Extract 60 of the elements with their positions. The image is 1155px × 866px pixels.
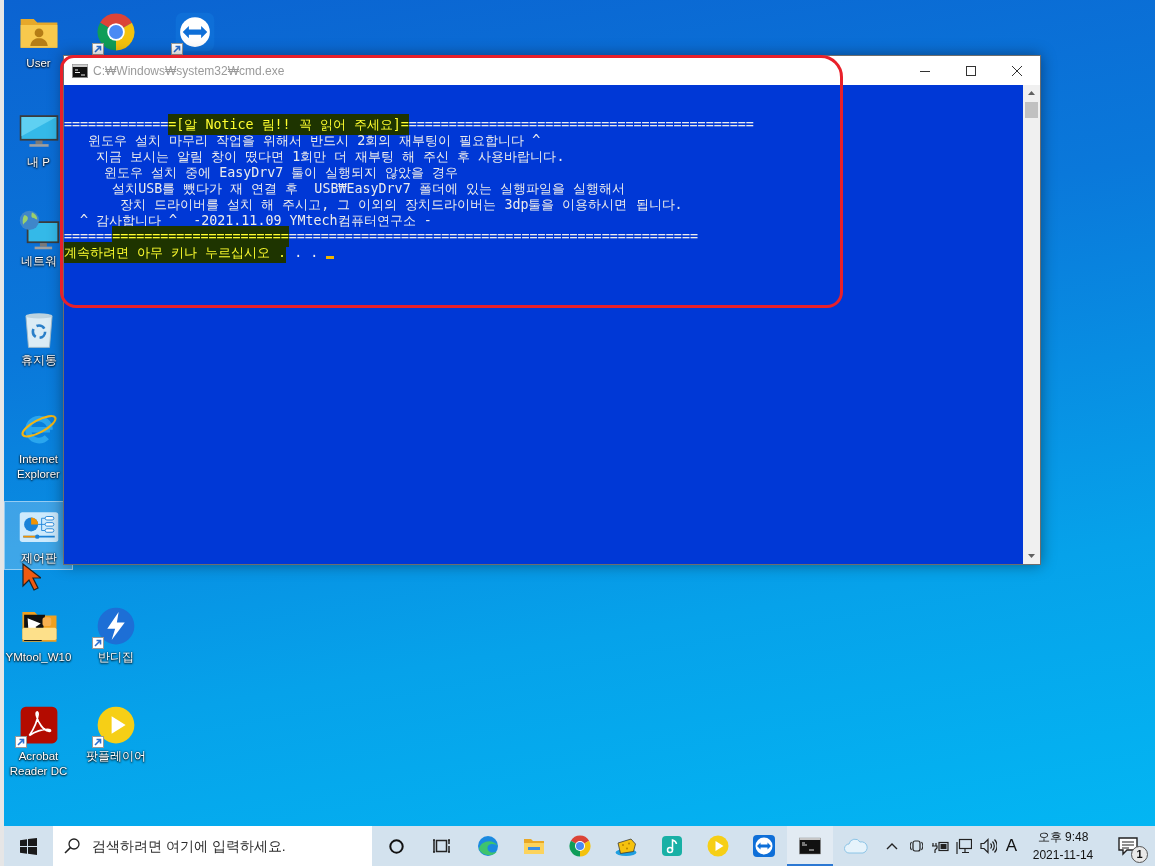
- maximize-icon: [966, 65, 976, 76]
- desktop-item[interactable]: 내 P: [17, 110, 60, 170]
- input-mode-indicator[interactable]: A: [1000, 826, 1023, 866]
- desktop-item[interactable]: User: [17, 11, 60, 71]
- desktop-item[interactable]: 네트워: [17, 209, 60, 269]
- power-plug-icon[interactable]: [931, 839, 949, 853]
- desktop-item[interactable]: [95, 11, 137, 53]
- play-icon: [706, 834, 730, 858]
- start-logo-icon: [19, 837, 37, 855]
- globe-monitor-icon: [17, 209, 60, 251]
- window-title: C:₩Windows₩system32₩cmd.exe: [93, 63, 285, 78]
- taskbar-button[interactable]: [787, 826, 833, 866]
- console-text: 장치 드라이버를 설치 해 주시고, 그 이외의 장치드라이버는 3dp툴을 이용하시면 됩니다.: [119, 197, 683, 212]
- browser-logo-icon: [95, 11, 137, 53]
- browser-logo-icon: [568, 834, 592, 858]
- item-label: 내 P: [27, 155, 50, 170]
- chevron-up-icon[interactable]: [885, 842, 898, 850]
- terminal-icon: [72, 63, 88, 78]
- console-text: . .: [293, 245, 319, 260]
- mouse-pointer-icon: [22, 563, 41, 591]
- item-label: Acrobat Reader DC: [8, 749, 69, 779]
- desktop-item[interactable]: [174, 11, 216, 53]
- desktop-item[interactable]: 팟플레이어: [86, 704, 146, 764]
- lightning-icon: [95, 605, 137, 647]
- terminal-icon: [798, 834, 822, 858]
- close-icon: [1012, 65, 1022, 76]
- wave-logo-icon: [476, 834, 500, 858]
- play-icon: [95, 704, 137, 746]
- item-label: User: [26, 56, 51, 71]
- camera-icon[interactable]: [909, 838, 923, 854]
- clock-button[interactable]: 오후 9:48 2021-11-14: [1023, 826, 1103, 866]
- item-label: Internet Explorer: [16, 452, 61, 482]
- desktop-item[interactable]: Acrobat Reader DC: [4, 704, 73, 779]
- search-box[interactable]: 검색하려면 여기에 입력하세요.: [53, 826, 372, 866]
- desktop-item[interactable]: YMtool_W10: [5, 605, 72, 665]
- search-input[interactable]: 검색하려면 여기에 입력하세요.: [92, 836, 364, 856]
- console-text: 윈도우 설치 중에 EasyDrv7 툴이 실행되지 않았을 경우: [103, 165, 459, 180]
- highlighted-text: =[알 Notice 림!! 꼭 읽어 주세요]=: [168, 114, 409, 135]
- desktop-item[interactable]: 반디집: [95, 605, 137, 665]
- console-text: 설치USB를 뺐다가 재 연결 후 USB₩EasyDrv7 폴더에 있는 실행파일을 실행해서: [111, 181, 625, 196]
- double-arrow-icon: [752, 834, 776, 858]
- item-label: YMtool_W10: [5, 650, 72, 665]
- search-icon: [64, 838, 80, 854]
- item-label: 네트워: [20, 254, 57, 269]
- desktop-item[interactable]: Internet Explorer: [16, 407, 61, 482]
- console-text: 윈도우 설치 마무리 작업을 위해서 반드시 2회의 재부팅이 필요합니다 ^: [87, 133, 541, 148]
- highlighted-text: 계속하려면 아무 키나 누르십시오 .: [64, 242, 287, 263]
- item-label: 제어판: [20, 551, 57, 566]
- notification-count: 1: [1131, 846, 1148, 863]
- item-label: 반디집: [98, 650, 134, 665]
- speaker-icon[interactable]: [979, 838, 997, 854]
- desktop-item[interactable]: 휴지통: [17, 308, 60, 368]
- music-note-icon: [660, 834, 684, 858]
- console-text: 지금 보시는 알림 창이 떴다면 1회만 더 재부팅 해 주신 후 사용바랍니다.: [95, 149, 565, 164]
- circle-ring-icon[interactable]: [388, 838, 404, 854]
- network-monitor-icon[interactable]: [956, 838, 972, 854]
- scrollbar-thumb[interactable]: [1025, 102, 1038, 118]
- console-text: ^ 감사합니다 ^ -2021.11.09 YMtech컴퓨터연구소 -: [79, 213, 432, 228]
- item-label: 휴지통: [20, 353, 57, 368]
- item-label: 팟플레이어: [86, 749, 146, 764]
